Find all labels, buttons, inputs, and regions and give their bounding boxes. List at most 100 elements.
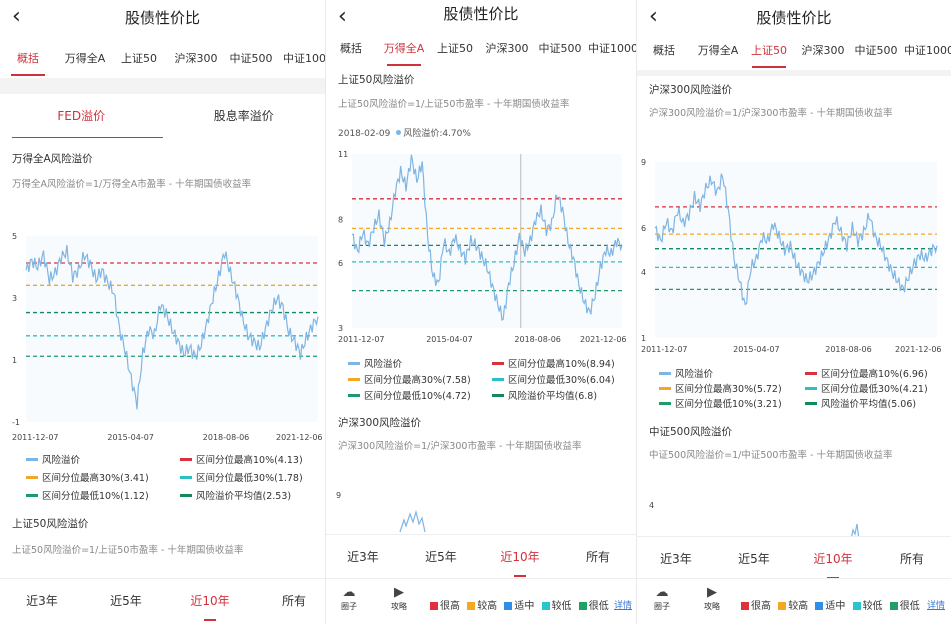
guide-button[interactable]: ▶ 攻略 — [384, 585, 414, 612]
legend-label: 区间分位最高10%(6.96) — [821, 369, 928, 380]
tab-csi300[interactable]: 沪深300 — [482, 32, 532, 66]
range-all[interactable]: 所有 — [881, 537, 943, 582]
nav-bar: ‹ 股债性价比 — [326, 0, 636, 34]
guide-button[interactable]: ▶ 攻略 — [697, 585, 727, 612]
x-tick-label: 2015-04-07 — [426, 335, 473, 344]
tab-sse50[interactable]: 上证50 — [434, 32, 476, 66]
premium-subtabs: FED溢价 股息率溢价 — [0, 94, 325, 138]
y-tick-label: 6 — [641, 224, 646, 233]
tab-sse50[interactable]: 上证50 — [747, 34, 791, 68]
y-tick-label: 3 — [338, 324, 343, 333]
legend-label: 区间分位最低10%(4.72) — [364, 391, 471, 402]
range-5y[interactable]: 近5年 — [723, 537, 785, 582]
next-section-title: 中证500风险溢价 — [649, 426, 733, 438]
level-swatch — [467, 602, 476, 610]
tab-csi1000[interactable]: 中证1000 — [588, 32, 636, 66]
play-circle-icon: ▶ — [394, 585, 404, 600]
level-mid: 适中 — [504, 597, 534, 612]
level-low: 较低 — [852, 597, 883, 612]
range-5y[interactable]: 近5年 — [94, 579, 158, 624]
legend-swatch — [26, 476, 38, 479]
y-tick-label: 6 — [338, 259, 343, 268]
range-10y[interactable]: 近10年 — [178, 579, 242, 624]
section-gap — [637, 70, 951, 76]
level-label: 适中 — [825, 601, 846, 612]
detail-link[interactable]: 详情 — [614, 598, 632, 611]
legend-swatch — [348, 394, 360, 397]
legend-item-max10: 区间分位最高10%(8.94) — [492, 356, 615, 370]
y-tick-label: 9 — [336, 491, 341, 500]
legend-label: 区间分位最高30%(5.72) — [675, 384, 782, 395]
chart-tooltip: 2018-02-09 风险溢价:4.70% — [338, 126, 471, 139]
legend-swatch — [805, 372, 817, 375]
tab-overview[interactable]: 概括 — [334, 32, 368, 66]
range-all[interactable]: 所有 — [262, 579, 325, 624]
chart-legend: 风险溢价 区间分位最高10%(6.96) 区间分位最高30%(5.72) 区间分… — [637, 366, 951, 416]
x-tick-label: 2021-12-06 — [895, 345, 942, 354]
tab-wind-all-a[interactable]: 万得全A — [693, 34, 743, 68]
nav-bar: ‹ 股债性价比 — [0, 0, 325, 34]
level-label: 较低 — [551, 601, 572, 612]
y-tick-label: 4 — [649, 501, 654, 510]
play-circle-icon: ▶ — [707, 585, 717, 600]
tab-csi500[interactable]: 中证500 — [226, 42, 276, 76]
range-all[interactable]: 所有 — [568, 535, 628, 580]
subtab-dividend[interactable]: 股息率溢价 — [163, 94, 326, 138]
level-very-high: 很高 — [741, 597, 771, 612]
range-3y[interactable]: 近3年 — [10, 579, 74, 624]
legend-item-max30: 区间分位最高30%(3.41) — [26, 470, 149, 484]
range-tabs: 近3年 近5年 近10年 所有 — [637, 536, 951, 581]
screenshot-composite: ‹ 股债性价比 概括 万得全A 上证50 沪深300 中证500 中证1000 … — [0, 0, 951, 624]
level-label: 较高 — [788, 601, 809, 612]
tab-csi1000[interactable]: 中证1000 — [903, 34, 951, 68]
tab-csi300[interactable]: 沪深300 — [797, 34, 849, 68]
legend-item-series: 风险溢价 — [659, 366, 713, 380]
legend-swatch — [180, 458, 192, 461]
circle-button[interactable]: ☁ 圈子 — [334, 585, 364, 612]
range-3y[interactable]: 近3年 — [645, 537, 707, 582]
range-10y[interactable]: 近10年 — [488, 535, 552, 580]
legend-item-max10: 区间分位最高10%(4.13) — [180, 452, 303, 466]
detail-link[interactable]: 详情 — [927, 598, 945, 611]
legend-label: 区间分位最低30%(1.78) — [196, 473, 303, 484]
x-tick-label: 2011-12-07 — [12, 433, 59, 442]
subtab-fed[interactable]: FED溢价 — [0, 94, 163, 138]
level-swatch — [541, 602, 550, 610]
panel-sse50: ‹ 股债性价比 概括 万得全A 上证50 沪深300 中证500 中证1000 … — [637, 0, 951, 624]
range-5y[interactable]: 近5年 — [410, 535, 472, 580]
bottom-toolbar: ☁ 圈子 ▶ 攻略 很高 较高 适中 较低 很低 详情 — [637, 578, 951, 624]
tab-wind-all-a[interactable]: 万得全A — [60, 42, 110, 76]
legend-label: 区间分位最高10%(4.13) — [196, 455, 303, 466]
legend-swatch — [659, 372, 671, 375]
level-label: 很高 — [751, 601, 771, 612]
legend-label: 区间分位最低30%(6.04) — [508, 375, 615, 386]
level-very-low: 很低 — [889, 597, 920, 612]
tab-underline — [752, 66, 786, 68]
panel-wind-all-a: ‹ 股债性价比 概括 万得全A 上证50 沪深300 中证500 中证1000 … — [326, 0, 636, 624]
level-swatch — [815, 602, 824, 610]
tab-wind-all-a[interactable]: 万得全A — [378, 32, 430, 66]
circle-label: 圈子 — [654, 602, 670, 611]
formula-text: 沪深300风险溢价=1/沪深300市盈率 - 十年期国债收益率 — [649, 108, 893, 119]
legend-item-max10: 区间分位最高10%(6.96) — [805, 366, 928, 380]
tab-csi1000[interactable]: 中证1000 — [280, 42, 325, 76]
level-label: 很低 — [899, 601, 920, 612]
chart-legend: 风险溢价 区间分位最高10%(8.94) 区间分位最高30%(7.58) 区间分… — [326, 356, 636, 406]
range-10y[interactable]: 近10年 — [801, 537, 865, 582]
tab-csi300[interactable]: 沪深300 — [170, 42, 222, 76]
plot-area — [352, 154, 622, 328]
level-swatch — [889, 602, 898, 610]
section-title: 沪深300风险溢价 — [649, 84, 733, 96]
series-line-partial — [399, 509, 426, 533]
y-tick-label: 9 — [641, 158, 646, 167]
level-very-high: 很高 — [430, 597, 460, 612]
tab-csi500[interactable]: 中证500 — [536, 32, 584, 66]
tab-sse50[interactable]: 上证50 — [116, 42, 162, 76]
index-tabs: 概括 万得全A 上证50 沪深300 中证500 中证1000 — [637, 34, 951, 68]
tab-csi500[interactable]: 中证500 — [851, 34, 901, 68]
tab-overview[interactable]: 概括 — [10, 42, 46, 76]
tab-overview[interactable]: 概括 — [647, 34, 681, 68]
range-3y[interactable]: 近3年 — [332, 535, 394, 580]
legend-swatch — [180, 476, 192, 479]
circle-button[interactable]: ☁ 圈子 — [647, 585, 677, 612]
